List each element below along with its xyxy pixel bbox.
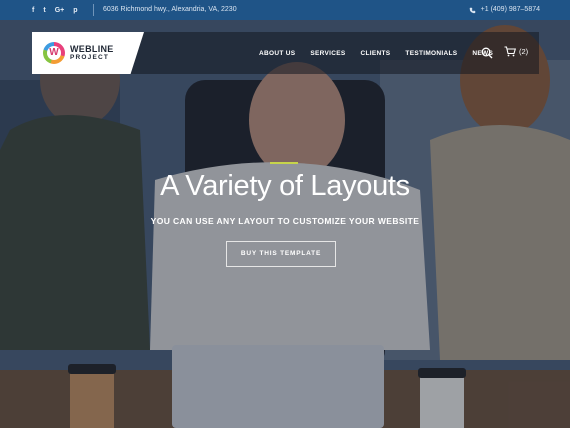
nav-item-services[interactable]: SERVICES [310, 50, 345, 57]
phone-number[interactable]: +1 (409) 987–5874 [481, 0, 540, 20]
headline-accent-line [270, 162, 298, 164]
cart-icon [504, 46, 516, 57]
buy-template-button[interactable]: BUY THIS TEMPLATE [226, 241, 336, 267]
main-navbar: W WEBLINE PROJECT ABOUT US SERVICES CLIE… [32, 32, 539, 74]
facebook-icon[interactable]: f [32, 7, 34, 14]
site-logo[interactable]: W WEBLINE PROJECT [32, 32, 144, 74]
search-icon[interactable] [481, 47, 493, 59]
divider [93, 4, 94, 16]
phone-contact[interactable]: +1 (409) 987–5874 [469, 0, 540, 20]
hero-subheadline: YOU CAN USE ANY LAYOUT TO CUSTOMIZE YOUR… [150, 216, 420, 226]
top-bar: f t G+ p 6036 Richmond hwy., Alexandria,… [0, 0, 570, 20]
logo-mark-icon: W [43, 42, 65, 64]
social-links: f t G+ p [32, 0, 78, 20]
hero-section: W WEBLINE PROJECT ABOUT US SERVICES CLIE… [0, 20, 570, 428]
cart-count: (2) [519, 47, 529, 56]
address-text: 6036 Richmond hwy., Alexandria, VA, 2230 [103, 6, 237, 13]
cart-button[interactable]: (2) [504, 46, 528, 57]
google-plus-icon[interactable]: G+ [55, 7, 65, 14]
logo-text-secondary: PROJECT [70, 54, 110, 61]
nav-menu: ABOUT US SERVICES CLIENTS TESTIMONIALS N… [259, 32, 508, 74]
nav-item-about-us[interactable]: ABOUT US [259, 50, 295, 57]
nav-item-testimonials[interactable]: TESTIMONIALS [405, 50, 457, 57]
nav-item-clients[interactable]: CLIENTS [361, 50, 391, 57]
pinterest-icon[interactable]: p [73, 7, 77, 14]
logo-text-primary: WEBLINE [70, 44, 114, 54]
twitter-icon[interactable]: t [43, 7, 45, 14]
hero-headline: A Variety of Layouts [160, 170, 410, 202]
phone-icon [469, 7, 475, 13]
